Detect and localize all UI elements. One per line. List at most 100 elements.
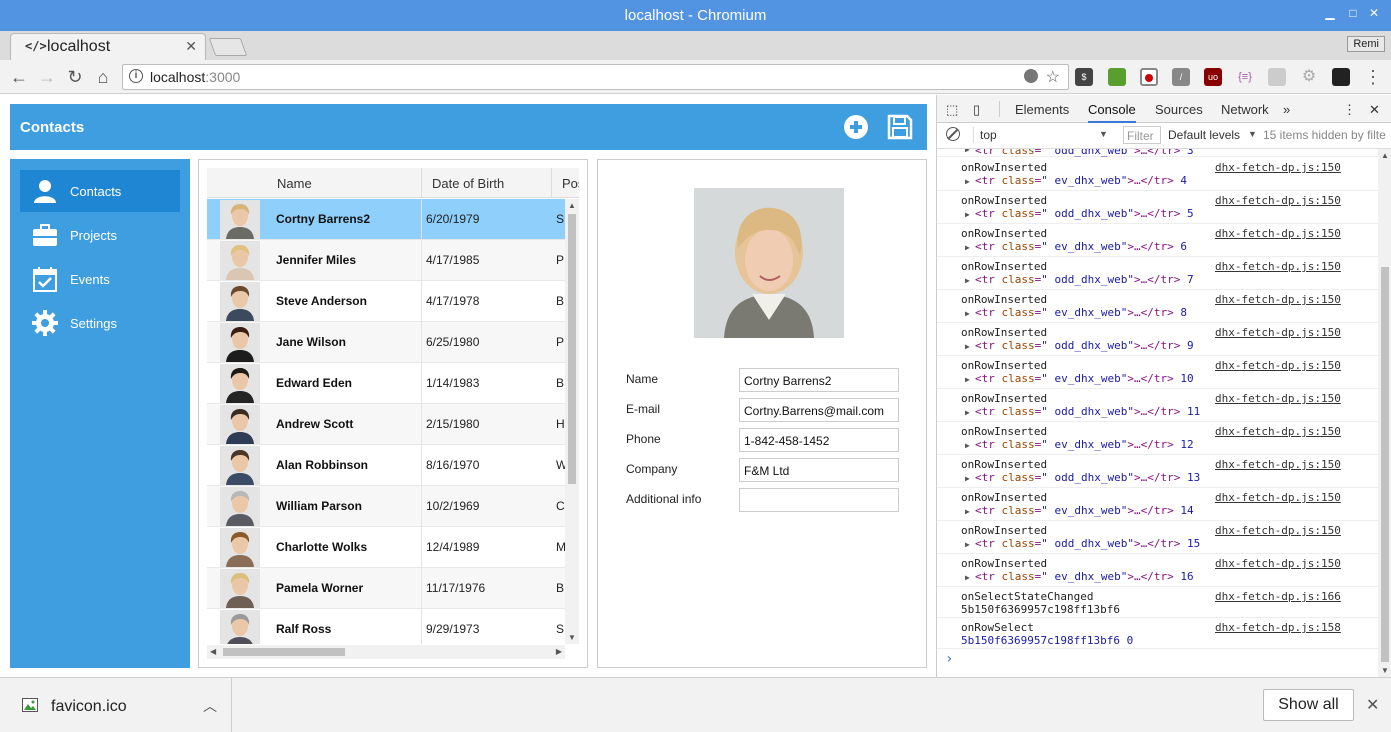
source-link[interactable]: dhx-fetch-dp.js:150 — [1215, 557, 1341, 570]
reload-icon[interactable]: ↻ — [64, 66, 86, 88]
close-devtools-icon[interactable]: ✕ — [1369, 102, 1380, 118]
extension-braces-icon[interactable]: {≡} — [1236, 68, 1254, 86]
table-row[interactable]: William Parson 10/2/1969 C — [207, 486, 565, 527]
source-link[interactable]: dhx-fetch-dp.js:150 — [1215, 359, 1341, 372]
forward-icon[interactable]: → — [36, 66, 58, 88]
scrollbar-thumb[interactable] — [568, 214, 576, 484]
translate-icon[interactable] — [1024, 69, 1038, 83]
profile-button[interactable]: Remi — [1347, 36, 1385, 52]
source-link[interactable]: dhx-fetch-dp.js:150 — [1215, 194, 1341, 207]
console-entry[interactable]: onRowInserted dhx-fetch-dp.js:150 ▶ <tr … — [937, 290, 1378, 323]
grid-vertical-scrollbar[interactable]: ▲ ▼ — [565, 199, 579, 644]
table-row[interactable]: Alan Robbinson 8/16/1970 W — [207, 445, 565, 486]
column-header-dob[interactable]: Date of Birth — [432, 176, 504, 191]
clear-console-icon[interactable] — [946, 127, 960, 141]
more-tabs-icon[interactable]: » — [1283, 102, 1290, 117]
levels-select[interactable]: Default levels — [1168, 128, 1240, 142]
console-entry[interactable]: onRowSelect dhx-fetch-dp.js:158 5b150f63… — [937, 618, 1378, 649]
phone-field[interactable]: 1-842-458-1452 — [739, 428, 899, 452]
company-field[interactable]: F&M Ltd — [739, 458, 899, 482]
table-row[interactable]: Cortny Barrens2 6/20/1979 S — [207, 199, 565, 240]
menu-icon[interactable]: ⋮ — [1362, 66, 1384, 88]
tab-console[interactable]: Console — [1088, 102, 1136, 123]
back-icon[interactable]: ← — [8, 66, 30, 88]
browser-tab[interactable]: </> localhost ✕ — [10, 33, 206, 60]
ublock-icon[interactable]: uo — [1204, 68, 1222, 86]
extension-green-icon[interactable] — [1108, 68, 1126, 86]
add-contact-button[interactable] — [843, 114, 869, 140]
sidebar-item-contacts[interactable]: Contacts — [20, 170, 180, 212]
extension-grey-icon[interactable] — [1268, 68, 1286, 86]
source-link[interactable]: dhx-fetch-dp.js:150 — [1215, 326, 1341, 339]
console-entry[interactable]: ▶ <tr class=" odd_dhx_web">…</tr> 3 — [937, 149, 1378, 157]
e-mail-field[interactable]: Cortny.Barrens@mail.com — [739, 398, 899, 422]
source-link[interactable]: dhx-fetch-dp.js:150 — [1215, 392, 1341, 405]
table-row[interactable]: Steve Anderson 4/17/1978 B — [207, 281, 565, 322]
source-link[interactable]: dhx-fetch-dp.js:150 — [1215, 524, 1341, 537]
tab-elements[interactable]: Elements — [1015, 102, 1069, 117]
close-download-shelf-icon[interactable]: ✕ — [1366, 695, 1379, 715]
sidebar-item-projects[interactable]: Projects — [20, 214, 180, 256]
console-entry[interactable]: onRowInserted dhx-fetch-dp.js:150 ▶ <tr … — [937, 356, 1378, 389]
save-button[interactable] — [887, 114, 913, 140]
home-icon[interactable]: ⌂ — [92, 66, 114, 88]
source-link[interactable]: dhx-fetch-dp.js:150 — [1215, 227, 1341, 240]
grid-horizontal-scrollbar[interactable]: ◀ ▶ — [207, 645, 565, 659]
tab-network[interactable]: Network — [1221, 102, 1269, 117]
show-all-button[interactable]: Show all — [1263, 689, 1354, 721]
table-row[interactable]: Edward Eden 1/14/1983 B — [207, 363, 565, 404]
extension-slash-icon[interactable]: / — [1172, 68, 1190, 86]
column-header-position[interactable]: Pos — [562, 176, 579, 191]
chevron-up-icon[interactable]: ︿ — [203, 696, 217, 716]
console-entry[interactable]: onSelectStateChanged dhx-fetch-dp.js:166… — [937, 587, 1378, 618]
table-row[interactable]: Jennifer Miles 4/17/1985 P — [207, 240, 565, 281]
bookmark-star-icon[interactable]: ☆ — [1046, 67, 1060, 87]
new-tab-button[interactable] — [208, 38, 248, 56]
extension-dollar-icon[interactable]: $ — [1075, 68, 1093, 86]
table-row[interactable]: Ralf Ross 9/29/1973 S — [207, 609, 565, 644]
scrollbar-thumb[interactable] — [223, 648, 345, 656]
table-row[interactable]: Jane Wilson 6/25/1980 P — [207, 322, 565, 363]
inspect-element-icon[interactable]: ⬚ — [946, 102, 958, 118]
address-bar[interactable]: i localhost:3000 ☆ — [122, 64, 1069, 90]
extension-dark-icon[interactable] — [1332, 68, 1350, 86]
source-link[interactable]: dhx-fetch-dp.js:158 — [1215, 621, 1341, 634]
scrollbar-thumb[interactable] — [1381, 267, 1389, 662]
info-icon[interactable]: i — [129, 69, 143, 83]
table-row[interactable]: Pamela Worner 11/17/1976 B — [207, 568, 565, 609]
download-item[interactable]: favicon.ico ︿ — [0, 678, 232, 732]
column-header-name[interactable]: Name — [277, 176, 312, 191]
console-entry[interactable]: onRowInserted dhx-fetch-dp.js:150 ▶ <tr … — [937, 554, 1378, 587]
console-entry[interactable]: onRowInserted dhx-fetch-dp.js:150 ▶ <tr … — [937, 389, 1378, 422]
source-link[interactable]: dhx-fetch-dp.js:150 — [1215, 161, 1341, 174]
console-scrollbar[interactable]: ▲ ▼ — [1378, 149, 1391, 677]
devtools-menu-icon[interactable]: ⋮ — [1343, 102, 1356, 118]
extension-gear-icon[interactable]: ⚙ — [1300, 68, 1318, 86]
console-entry[interactable]: onRowInserted dhx-fetch-dp.js:150 ▶ <tr … — [937, 422, 1378, 455]
source-link[interactable]: dhx-fetch-dp.js:166 — [1215, 590, 1341, 603]
console-entry[interactable]: onRowInserted dhx-fetch-dp.js:150 ▶ <tr … — [937, 323, 1378, 356]
context-select[interactable]: top — [980, 128, 997, 142]
console-entry[interactable]: onRowInserted dhx-fetch-dp.js:150 ▶ <tr … — [937, 224, 1378, 257]
table-row[interactable]: Andrew Scott 2/15/1980 H — [207, 404, 565, 445]
console-entry[interactable]: onRowInserted dhx-fetch-dp.js:150 ▶ <tr … — [937, 257, 1378, 290]
console-prompt[interactable]: › — [937, 649, 1378, 669]
url-text[interactable]: localhost:3000 — [150, 69, 240, 85]
source-link[interactable]: dhx-fetch-dp.js:150 — [1215, 260, 1341, 273]
console-entry[interactable]: onRowInserted dhx-fetch-dp.js:150 ▶ <tr … — [937, 521, 1378, 554]
console-entry[interactable]: onRowInserted dhx-fetch-dp.js:150 ▶ <tr … — [937, 488, 1378, 521]
console-entry[interactable]: onRowInserted dhx-fetch-dp.js:150 ▶ <tr … — [937, 158, 1378, 191]
source-link[interactable]: dhx-fetch-dp.js:150 — [1215, 293, 1341, 306]
console-entry[interactable]: onRowInserted dhx-fetch-dp.js:150 ▶ <tr … — [937, 191, 1378, 224]
tab-sources[interactable]: Sources — [1155, 102, 1203, 117]
console-entry[interactable]: onRowInserted dhx-fetch-dp.js:150 ▶ <tr … — [937, 455, 1378, 488]
source-link[interactable]: dhx-fetch-dp.js:150 — [1215, 458, 1341, 471]
maximize-icon[interactable]: □ — [1345, 6, 1361, 24]
minimize-icon[interactable]: ▁ — [1322, 6, 1338, 24]
table-row[interactable]: Charlotte Wolks 12/4/1989 M — [207, 527, 565, 568]
source-link[interactable]: dhx-fetch-dp.js:150 — [1215, 491, 1341, 504]
name-field[interactable]: Cortny Barrens2 — [739, 368, 899, 392]
close-tab-icon[interactable]: ✕ — [185, 38, 197, 55]
device-toolbar-icon[interactable]: ▯ — [973, 102, 980, 118]
source-link[interactable]: dhx-fetch-dp.js:150 — [1215, 425, 1341, 438]
